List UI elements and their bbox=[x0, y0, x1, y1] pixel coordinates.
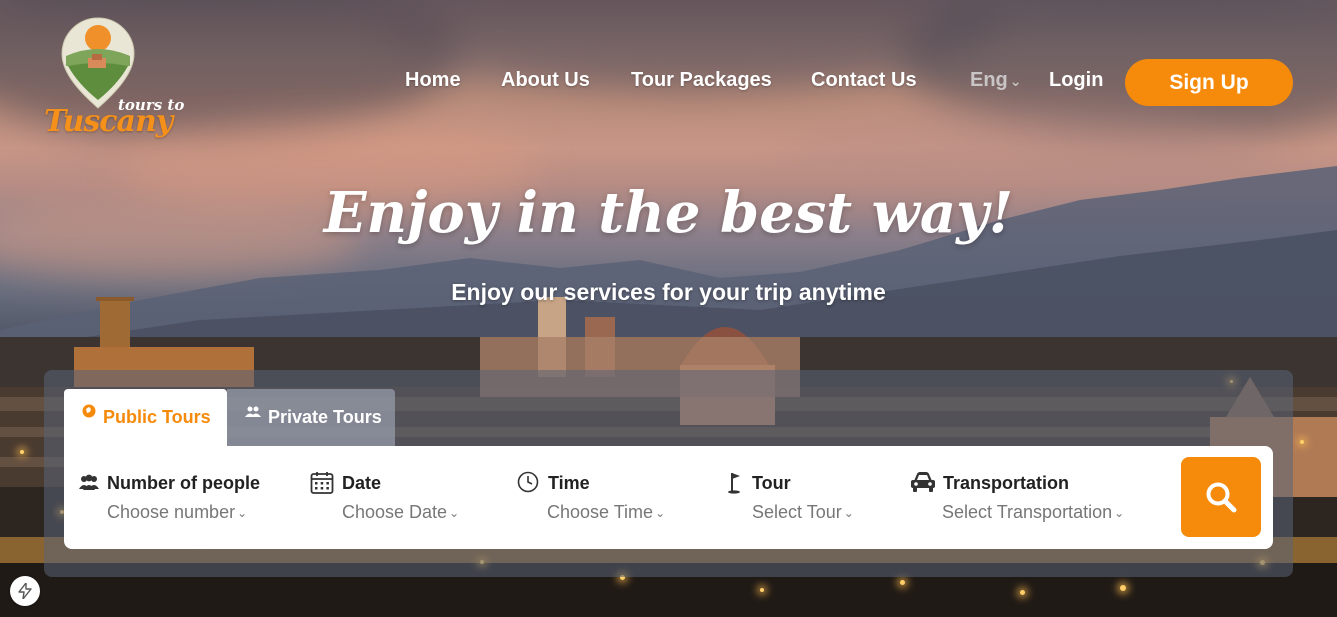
globe-icon bbox=[82, 404, 96, 421]
tab-public-tours-label: Public Tours bbox=[103, 407, 211, 427]
nav-tour-packages[interactable]: Tour Packages bbox=[631, 69, 772, 92]
field-label: Time bbox=[548, 473, 590, 493]
field-transportation[interactable]: Transportation Select Transportation ⌄ bbox=[910, 446, 1140, 549]
search-button[interactable] bbox=[1181, 457, 1261, 537]
nav-contact-us[interactable]: Contact Us bbox=[811, 69, 917, 92]
lightning-icon[interactable] bbox=[10, 576, 40, 606]
select-placeholder: Select Transportation bbox=[942, 502, 1113, 522]
tour-select[interactable]: Select Tour ⌄ bbox=[752, 502, 854, 523]
chevron-down-icon: ⌄ bbox=[1114, 506, 1125, 520]
nav-home[interactable]: Home bbox=[405, 69, 461, 92]
chevron-down-icon: ⌄ bbox=[843, 506, 854, 520]
field-date[interactable]: Date Choose Date ⌄ bbox=[310, 446, 490, 549]
chevron-down-icon: ⌄ bbox=[1009, 73, 1022, 89]
people-select[interactable]: Choose number ⌄ bbox=[107, 502, 247, 523]
field-tour[interactable]: Tour Select Tour ⌄ bbox=[726, 446, 896, 549]
language-label: Eng bbox=[970, 69, 1008, 91]
field-time[interactable]: Time Choose Time ⌄ bbox=[517, 446, 697, 549]
field-label: Transportation bbox=[943, 473, 1070, 493]
logo-wordmark: Tuscany bbox=[44, 104, 173, 139]
field-number-of-people[interactable]: Number of people Choose number ⌄ bbox=[78, 446, 288, 549]
search-icon bbox=[1206, 482, 1237, 513]
language-selector[interactable]: Eng ⌄ bbox=[970, 69, 1022, 92]
tab-public-tours[interactable]: Public Tours bbox=[64, 389, 227, 446]
field-label: Date bbox=[342, 473, 382, 493]
select-placeholder: Choose number bbox=[107, 502, 236, 522]
car-icon bbox=[910, 471, 935, 495]
select-placeholder: Select Tour bbox=[752, 502, 842, 522]
chevron-down-icon: ⌄ bbox=[655, 506, 666, 520]
nav-about-us[interactable]: About Us bbox=[501, 69, 590, 92]
time-select[interactable]: Choose Time ⌄ bbox=[547, 502, 665, 523]
select-placeholder: Choose Time bbox=[547, 502, 654, 522]
tab-private-tours[interactable]: Private Tours bbox=[227, 389, 395, 446]
hero-subheadline: Enjoy our services for your trip anytime bbox=[451, 279, 886, 305]
chevron-down-icon: ⌄ bbox=[449, 506, 460, 520]
date-select[interactable]: Choose Date ⌄ bbox=[342, 502, 459, 523]
transportation-select[interactable]: Select Transportation ⌄ bbox=[942, 502, 1124, 523]
signup-button[interactable]: Sign Up bbox=[1125, 59, 1293, 106]
hero-headline: Enjoy in the best way! bbox=[323, 180, 1014, 246]
select-placeholder: Choose Date bbox=[342, 502, 448, 522]
field-label: Tour bbox=[752, 473, 791, 493]
search-form: Number of people Choose number ⌄ Date Cho… bbox=[64, 446, 1273, 549]
field-label: Number of people bbox=[107, 473, 261, 493]
calendar-icon bbox=[310, 471, 334, 495]
tab-private-tours-label: Private Tours bbox=[268, 407, 382, 427]
golf-flag-icon bbox=[726, 471, 750, 495]
clock-icon bbox=[517, 471, 541, 495]
group-icon bbox=[245, 405, 261, 421]
chevron-down-icon: ⌄ bbox=[237, 506, 248, 520]
login-link[interactable]: Login bbox=[1049, 69, 1103, 92]
people-icon bbox=[78, 471, 102, 495]
